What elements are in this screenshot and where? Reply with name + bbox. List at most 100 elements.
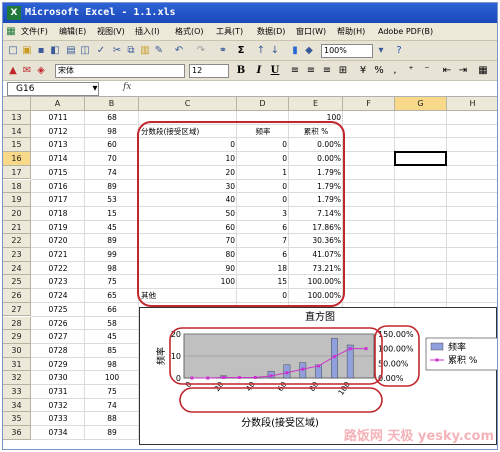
cell-c[interactable]: 70 bbox=[139, 235, 237, 247]
menu-window[interactable]: 窗口(W) bbox=[296, 23, 326, 41]
cell-a[interactable]: 0730 bbox=[31, 372, 85, 384]
fx-icon[interactable]: fx bbox=[123, 82, 131, 92]
cell-d[interactable]: 15 bbox=[237, 276, 289, 288]
cell-c[interactable]: 分数段(接受区域) bbox=[139, 126, 237, 138]
row-header[interactable]: 29 bbox=[3, 330, 31, 344]
decrease-decimal-icon[interactable]: ⁻ bbox=[421, 65, 433, 77]
cell-d[interactable]: 6 bbox=[237, 249, 289, 261]
cell-e[interactable]: 累积 % bbox=[289, 126, 343, 138]
cell-e[interactable]: 73.21% bbox=[289, 263, 343, 275]
column-header-e[interactable]: E bbox=[289, 97, 343, 111]
row-header[interactable]: 14 bbox=[3, 124, 31, 139]
borders-icon[interactable]: ▦ bbox=[477, 65, 489, 77]
cell-b[interactable]: 89 bbox=[85, 427, 139, 439]
cell-a[interactable]: 0721 bbox=[31, 249, 85, 261]
cell-e[interactable]: 100 bbox=[289, 112, 343, 124]
increase-decimal-icon[interactable]: ⁺ bbox=[405, 65, 417, 77]
cell-d[interactable]: 0 bbox=[237, 194, 289, 206]
cell-e[interactable]: 30.36% bbox=[289, 235, 343, 247]
cell-c[interactable]: 其他 bbox=[139, 290, 237, 302]
column-header-g[interactable]: G bbox=[395, 97, 447, 111]
row-header[interactable]: 25 bbox=[3, 275, 31, 290]
cell-e[interactable]: 7.14% bbox=[289, 208, 343, 220]
cell-c[interactable]: 10 bbox=[139, 153, 237, 165]
cell-a[interactable]: 0715 bbox=[31, 167, 85, 179]
pdf-convert-icon[interactable]: ▲ bbox=[7, 65, 19, 77]
cell-c[interactable]: 60 bbox=[139, 222, 237, 234]
menu-insert[interactable]: 插入(I) bbox=[135, 23, 160, 41]
open-icon[interactable]: ▣ bbox=[21, 45, 33, 57]
cell-a[interactable]: 0723 bbox=[31, 276, 85, 288]
cell-c[interactable]: 100 bbox=[139, 276, 237, 288]
new-icon[interactable]: □ bbox=[7, 45, 19, 57]
selected-cell[interactable] bbox=[394, 151, 447, 166]
row-header[interactable]: 31 bbox=[3, 357, 31, 372]
currency-icon[interactable]: ¥ bbox=[357, 65, 369, 77]
cell-b[interactable]: 98 bbox=[85, 126, 139, 138]
cell-b[interactable]: 60 bbox=[85, 139, 139, 151]
row-header[interactable]: 30 bbox=[3, 343, 31, 358]
cell-a[interactable]: 0726 bbox=[31, 318, 85, 330]
cell-b[interactable]: 85 bbox=[85, 345, 139, 357]
cell-b[interactable]: 75 bbox=[85, 276, 139, 288]
percent-button[interactable]: % bbox=[373, 65, 385, 77]
cell-c[interactable]: 50 bbox=[139, 208, 237, 220]
column-header-a[interactable]: A bbox=[31, 97, 85, 111]
copy-icon[interactable]: ⧉ bbox=[125, 45, 137, 57]
hyperlink-icon[interactable]: ⚭ bbox=[217, 45, 229, 57]
font-size-select[interactable]: 12 bbox=[189, 64, 229, 78]
align-left-icon[interactable]: ≡ bbox=[289, 65, 301, 77]
cell-a[interactable]: 0711 bbox=[31, 112, 85, 124]
cell-b[interactable]: 100 bbox=[85, 372, 139, 384]
permission-icon[interactable]: ◧ bbox=[49, 45, 61, 57]
redo-icon[interactable]: ↷ bbox=[195, 45, 207, 57]
column-header-d[interactable]: D bbox=[237, 97, 289, 111]
cell-b[interactable]: 58 bbox=[85, 318, 139, 330]
row-header[interactable]: 21 bbox=[3, 220, 31, 235]
bold-button[interactable]: B bbox=[235, 65, 247, 77]
row-header[interactable]: 15 bbox=[3, 138, 31, 153]
cell-d[interactable]: 0 bbox=[237, 181, 289, 193]
menu-tools[interactable]: 工具(T) bbox=[216, 23, 243, 41]
cell-c[interactable]: 30 bbox=[139, 181, 237, 193]
underline-button[interactable]: U bbox=[269, 65, 281, 77]
row-header[interactable]: 33 bbox=[3, 385, 31, 399]
cell-c[interactable]: 0 bbox=[139, 139, 237, 151]
cell-a[interactable]: 0731 bbox=[31, 386, 85, 398]
help-icon[interactable]: ? bbox=[393, 45, 405, 57]
align-center-icon[interactable]: ≡ bbox=[305, 65, 317, 77]
cell-d[interactable]: 0 bbox=[237, 139, 289, 151]
row-header[interactable]: 32 bbox=[3, 371, 31, 385]
row-header[interactable]: 36 bbox=[3, 426, 31, 440]
undo-icon[interactable]: ↶ bbox=[173, 45, 185, 57]
spelling-icon[interactable]: ✓ bbox=[95, 45, 107, 57]
row-header[interactable]: 18 bbox=[3, 179, 31, 194]
cell-b[interactable]: 45 bbox=[85, 331, 139, 343]
cut-icon[interactable]: ✂ bbox=[111, 45, 123, 57]
cell-e[interactable]: 1.79% bbox=[289, 194, 343, 206]
row-header[interactable]: 22 bbox=[3, 234, 31, 248]
menu-adobe-pdf[interactable]: Adobe PDF(B) bbox=[378, 23, 433, 41]
cell-a[interactable]: 0734 bbox=[31, 427, 85, 439]
cell-d[interactable]: 18 bbox=[237, 263, 289, 275]
cell-b[interactable]: 89 bbox=[85, 235, 139, 247]
chart-wizard-icon[interactable]: ▮ bbox=[289, 45, 301, 57]
row-header[interactable]: 26 bbox=[3, 289, 31, 303]
cell-d[interactable]: 频率 bbox=[237, 126, 289, 138]
cell-b[interactable]: 88 bbox=[85, 413, 139, 425]
autosum-icon[interactable]: Σ bbox=[235, 45, 247, 57]
row-header[interactable]: 13 bbox=[3, 111, 31, 125]
menu-edit[interactable]: 编辑(E) bbox=[59, 23, 86, 41]
cell-b[interactable]: 66 bbox=[85, 304, 139, 316]
histogram-chart[interactable]: 直方图 0 10 20 频率 0.00% 50.00% 100.00% 150.00% 0 20 40… bbox=[139, 306, 497, 445]
cell-a[interactable]: 0717 bbox=[31, 194, 85, 206]
increase-indent-icon[interactable]: ⇥ bbox=[457, 65, 469, 77]
menu-format[interactable]: 格式(O) bbox=[175, 23, 204, 41]
cell-a[interactable]: 0724 bbox=[31, 290, 85, 302]
font-name-select[interactable]: 宋体 bbox=[55, 64, 185, 78]
cell-b[interactable]: 53 bbox=[85, 194, 139, 206]
cell-e[interactable]: 17.86% bbox=[289, 222, 343, 234]
cell-a[interactable]: 0719 bbox=[31, 222, 85, 234]
cell-e[interactable]: 100.00% bbox=[289, 290, 343, 302]
sort-asc-icon[interactable]: ↑ bbox=[255, 45, 267, 57]
